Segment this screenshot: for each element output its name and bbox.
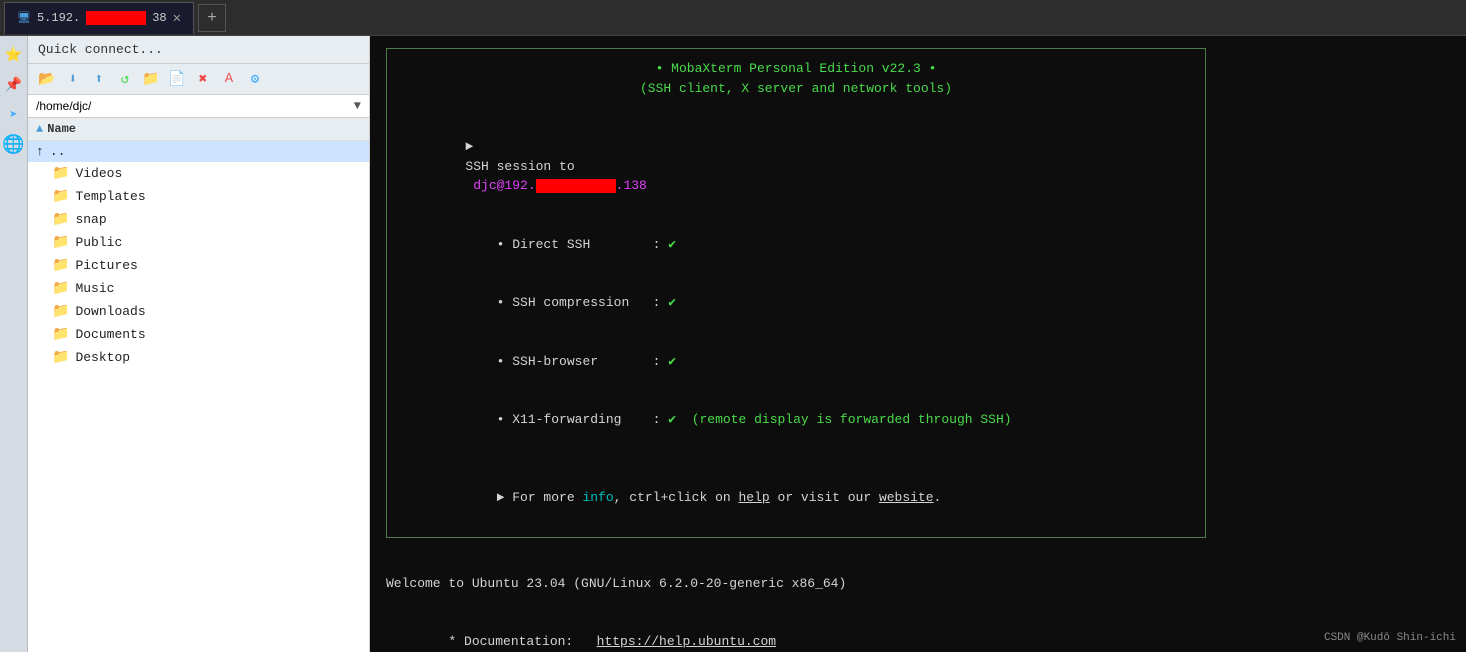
- tree-item-desktop[interactable]: 📁 Desktop: [28, 346, 369, 369]
- path-bar: /home/djc/ ▼: [28, 95, 369, 118]
- tree-item-label: Music: [75, 281, 114, 296]
- tree-item-parent[interactable]: ↑ ..: [28, 141, 369, 162]
- tree-item-label: Downloads: [75, 304, 145, 319]
- monitor-icon: 🖥: [17, 11, 31, 25]
- tree-header: ▲ Name: [28, 118, 369, 141]
- session-tab[interactable]: 🖥 5.192. 38 ✕: [4, 2, 194, 34]
- tree-item-music[interactable]: 📁 Music: [28, 277, 369, 300]
- path-chevron-icon[interactable]: ▼: [354, 99, 361, 113]
- welcome-box: • MobaXterm Personal Edition v22.3 • (SS…: [386, 48, 1206, 538]
- tree-item-label: snap: [75, 212, 106, 227]
- folder-icon: 📁: [52, 257, 69, 274]
- refresh-button[interactable]: ↺: [114, 68, 136, 90]
- terminal[interactable]: • MobaXterm Personal Edition v22.3 • (SS…: [370, 36, 1466, 652]
- folder-icon: 📁: [52, 234, 69, 251]
- ssh-ip-suffix: .138: [616, 178, 647, 193]
- new-folder-button[interactable]: 📁: [140, 68, 162, 90]
- tree-expand-icon: ▲: [36, 122, 43, 136]
- quick-connect-bar[interactable]: Quick connect...: [28, 36, 369, 64]
- left-nav: ⭐ 📌 ➤ 🌐: [0, 36, 28, 652]
- welcome-title: • MobaXterm Personal Edition v22.3 •: [403, 59, 1189, 79]
- file-toolbar: 📂 ⬇ ⬆ ↺ 📁 📄 ✖ A ⚙: [28, 64, 369, 95]
- ssh-ip-redacted: [536, 179, 616, 193]
- arrow-icon: ►: [465, 139, 481, 154]
- info-link[interactable]: info: [582, 490, 613, 505]
- feature-x11: • X11-forwarding : ✔ (remote display is …: [403, 391, 1189, 450]
- folder-icon: 📁: [52, 188, 69, 205]
- tree-item-label: Pictures: [75, 258, 137, 273]
- rename-button[interactable]: A: [218, 68, 240, 90]
- folder-icon: 📁: [52, 211, 69, 228]
- tree-column-name: Name: [47, 122, 76, 136]
- sidebar-content: Quick connect... 📂 ⬇ ⬆ ↺ 📁 📄 ✖ A ⚙ /home…: [28, 36, 369, 652]
- tree-item-documents[interactable]: 📁 Documents: [28, 323, 369, 346]
- credit-text: CSDN @Kudō Shin-ichi: [1324, 630, 1456, 647]
- ssh-session-line: ► SSH session to djc@192. .138: [403, 118, 1189, 216]
- tab-bar: 🖥 5.192. 38 ✕ +: [0, 0, 1466, 36]
- info-line: ► For more info, ctrl+click on help or v…: [403, 469, 1189, 528]
- delete-button[interactable]: ✖: [192, 68, 214, 90]
- tree-item-videos[interactable]: 📁 Videos: [28, 162, 369, 185]
- ssh-label: SSH session to: [465, 159, 574, 174]
- feature-ssh-compression: • SSH compression : ✔: [403, 274, 1189, 333]
- tab-close-button[interactable]: ✕: [173, 10, 181, 27]
- quick-connect-label: Quick connect...: [38, 42, 163, 57]
- globe-icon[interactable]: 🌐: [3, 134, 25, 156]
- folder-icon: 📁: [52, 326, 69, 343]
- feature-ssh-browser: • SSH-browser : ✔: [403, 332, 1189, 391]
- tab-label-prefix: 5.192.: [37, 11, 80, 25]
- parent-dir-label: ..: [50, 144, 66, 159]
- new-file-button[interactable]: 📄: [166, 68, 188, 90]
- folder-icon: 📁: [52, 165, 69, 182]
- blank-line4: [386, 593, 1450, 613]
- doc-line: * Documentation: https://help.ubuntu.com: [386, 613, 1450, 652]
- send-icon[interactable]: ➤: [3, 104, 25, 126]
- folder-icon: 📁: [52, 303, 69, 320]
- blank-line2: [403, 449, 1189, 469]
- help-link[interactable]: help: [739, 490, 770, 505]
- tree-item-public[interactable]: 📁 Public: [28, 231, 369, 254]
- tree-item-label: Videos: [75, 166, 122, 181]
- file-tree: ▲ Name ↑ .. 📁 Videos 📁 Templates: [28, 118, 369, 652]
- sidebar: ⭐ 📌 ➤ 🌐 Quick connect... 📂 ⬇ ⬆ ↺ 📁 📄: [0, 36, 370, 652]
- open-folder-button[interactable]: 📂: [36, 68, 58, 90]
- new-tab-button[interactable]: +: [198, 4, 226, 32]
- properties-button[interactable]: ⚙: [244, 68, 266, 90]
- tree-item-templates[interactable]: 📁 Templates: [28, 185, 369, 208]
- upload-button[interactable]: ⬆: [88, 68, 110, 90]
- download-button[interactable]: ⬇: [62, 68, 84, 90]
- ubuntu-welcome: Welcome to Ubuntu 23.04 (GNU/Linux 6.2.0…: [386, 574, 1450, 594]
- welcome-subtitle: (SSH client, X server and network tools): [403, 79, 1189, 99]
- tree-item-snap[interactable]: 📁 snap: [28, 208, 369, 231]
- website-link[interactable]: website: [879, 490, 934, 505]
- blank-line: [403, 98, 1189, 118]
- tab-label-suffix: 38: [152, 11, 166, 25]
- star-icon[interactable]: ⭐: [3, 44, 25, 66]
- path-input[interactable]: /home/djc/: [36, 99, 350, 113]
- feature-direct-ssh: • Direct SSH : ✔: [403, 215, 1189, 274]
- tree-item-label: Templates: [75, 189, 145, 204]
- parent-dir-icon: ↑: [36, 144, 44, 159]
- blank-line3: [386, 554, 1450, 574]
- tab-ip-redacted: [86, 11, 146, 25]
- main-area: ⭐ 📌 ➤ 🌐 Quick connect... 📂 ⬇ ⬆ ↺ 📁 📄: [0, 36, 1466, 652]
- folder-icon: 📁: [52, 349, 69, 366]
- tree-item-label: Desktop: [75, 350, 130, 365]
- ssh-user: djc@192.: [465, 178, 535, 193]
- tree-item-pictures[interactable]: 📁 Pictures: [28, 254, 369, 277]
- tree-item-downloads[interactable]: 📁 Downloads: [28, 300, 369, 323]
- doc-url[interactable]: https://help.ubuntu.com: [597, 634, 776, 649]
- folder-icon: 📁: [52, 280, 69, 297]
- pin-icon[interactable]: 📌: [3, 74, 25, 96]
- tree-item-label: Documents: [75, 327, 145, 342]
- tree-item-label: Public: [75, 235, 122, 250]
